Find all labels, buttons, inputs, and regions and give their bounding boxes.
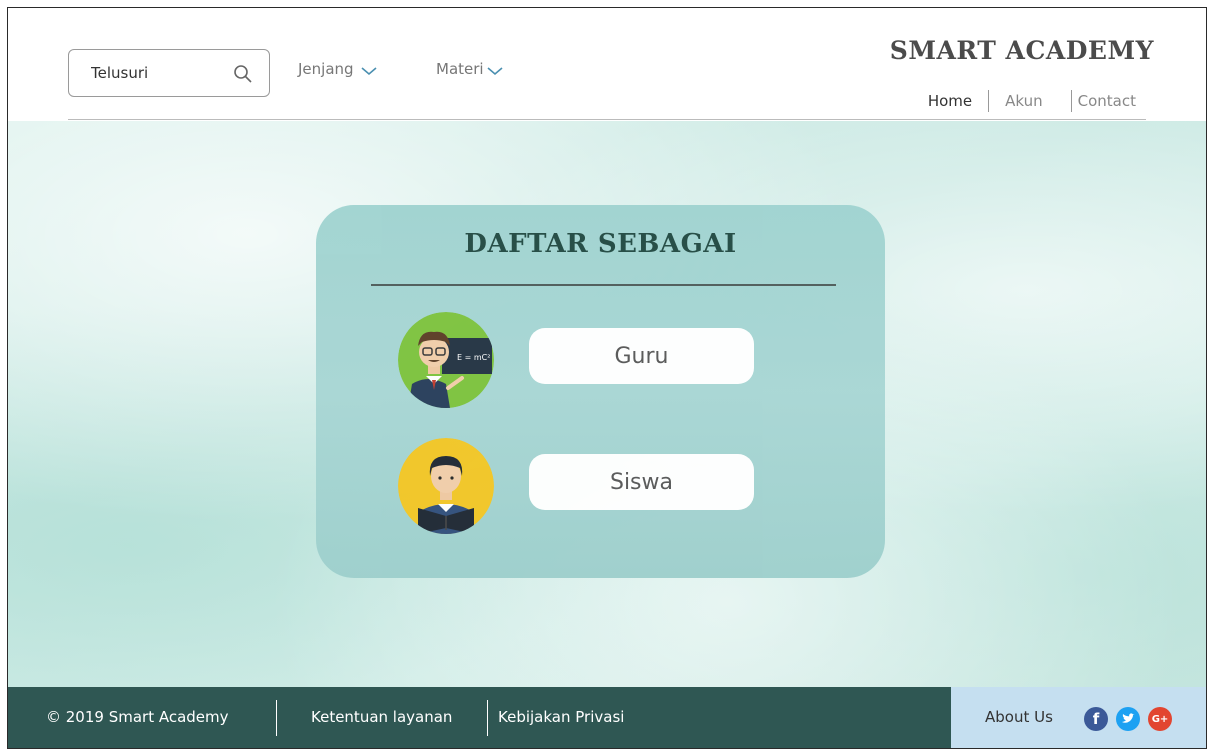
hero-section: DAFTAR SEBAGAI E = mC² Guru Siswa <box>8 121 1206 687</box>
nav-link-contact[interactable]: Contact <box>1078 92 1136 110</box>
footer-link-privacy[interactable]: Kebijakan Privasi <box>498 708 624 726</box>
nav-link-akun[interactable]: Akun <box>1005 92 1043 110</box>
header-divider <box>68 119 1146 120</box>
google-plus-icon[interactable]: G+ <box>1148 707 1172 731</box>
footer-divider <box>487 700 488 736</box>
card-divider <box>371 284 836 286</box>
header: Jenjang Materi SMART ACADEMY Home Akun C… <box>8 8 1206 121</box>
search-icon[interactable] <box>233 64 253 84</box>
siswa-button-label: Siswa <box>609 469 673 495</box>
search-input[interactable] <box>91 62 221 84</box>
nav-divider <box>988 90 990 112</box>
teacher-board-text: E = mC² <box>457 353 490 362</box>
search-box[interactable] <box>68 49 270 97</box>
guru-button-label: Guru <box>614 343 669 369</box>
card-title: DAFTAR SEBAGAI <box>464 229 737 259</box>
footer-divider <box>276 700 277 736</box>
google-plus-glyph: G+ <box>1151 713 1169 725</box>
page-frame: Jenjang Materi SMART ACADEMY Home Akun C… <box>7 7 1207 749</box>
twitter-icon[interactable] <box>1116 707 1140 731</box>
footer-about-panel: About Us f G+ <box>951 687 1206 748</box>
footer-copyright: © 2019 Smart Academy <box>46 708 229 726</box>
top-nav-links: Home Akun Contact <box>928 90 1136 112</box>
twitter-bird-icon <box>1122 713 1135 723</box>
nav-materi-dropdown[interactable]: Materi <box>436 60 504 78</box>
chevron-down-icon <box>487 67 503 76</box>
facebook-icon[interactable]: f <box>1084 707 1108 731</box>
nav-jenjang-dropdown[interactable]: Jenjang <box>298 60 378 78</box>
footer: © 2019 Smart Academy Ketentuan layanan K… <box>8 687 1206 748</box>
teacher-avatar-icon: E = mC² <box>398 312 494 408</box>
register-as-guru-button[interactable]: Guru <box>529 328 754 384</box>
facebook-glyph: f <box>1092 710 1100 728</box>
footer-link-terms[interactable]: Ketentuan layanan <box>311 708 452 726</box>
student-avatar-icon <box>398 438 494 534</box>
site-brand: SMART ACADEMY <box>889 36 1154 65</box>
register-as-siswa-button[interactable]: Siswa <box>529 454 754 510</box>
nav-link-home[interactable]: Home <box>928 92 972 110</box>
nav-divider <box>1070 90 1072 112</box>
register-role-card: DAFTAR SEBAGAI E = mC² Guru Siswa <box>316 205 885 578</box>
nav-jenjang-label: Jenjang <box>298 60 354 78</box>
chevron-down-icon <box>361 67 377 76</box>
footer-link-about[interactable]: About Us <box>985 708 1053 726</box>
nav-materi-label: Materi <box>436 60 484 78</box>
